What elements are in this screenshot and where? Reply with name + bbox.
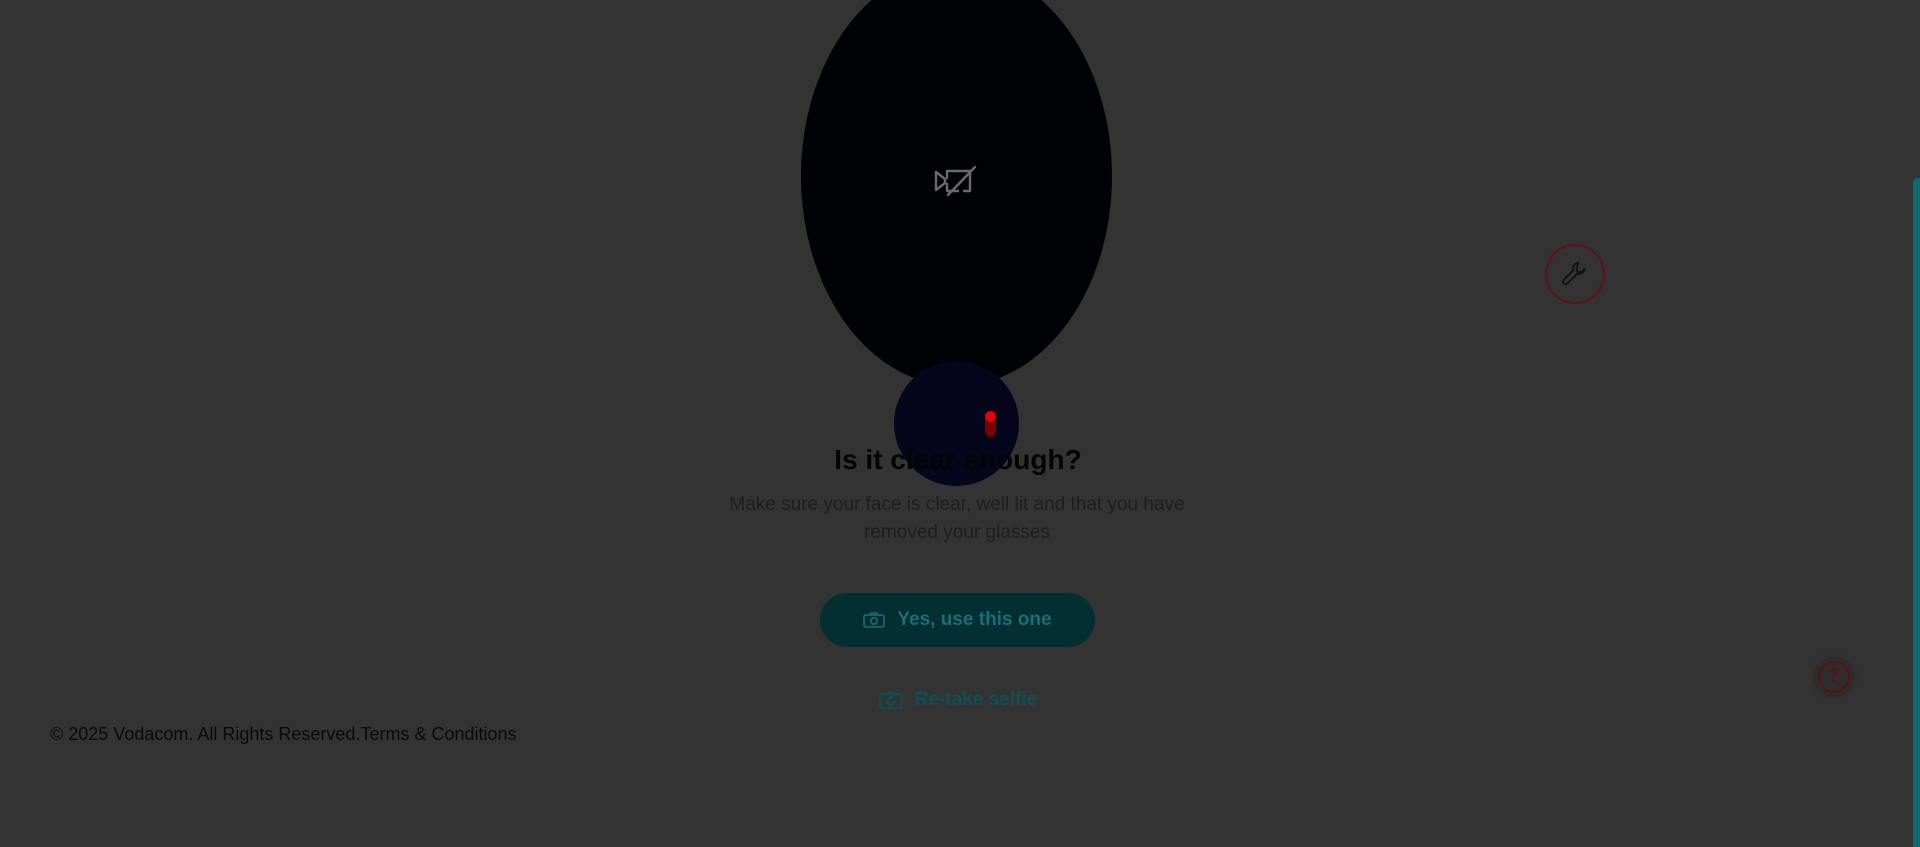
camera-icon xyxy=(863,612,886,628)
copyright-text: © 2025 Vodacom. All Rights Reserved. xyxy=(50,724,361,744)
footer: © 2025 Vodacom. All Rights Reserved.Term… xyxy=(50,722,517,746)
camera-retake-icon xyxy=(878,691,903,709)
selfie-review-page: Is it clear enough? Make sure your face … xyxy=(0,0,1920,847)
help-icon: ? xyxy=(1818,661,1850,693)
camera-off-icon xyxy=(934,165,977,197)
developer-tools-button[interactable] xyxy=(1545,244,1605,304)
help-button[interactable]: ? xyxy=(1815,658,1853,696)
scrollbar-thumb[interactable] xyxy=(1913,178,1920,847)
retake-selfie-label: Re-take selfie xyxy=(914,689,1038,710)
page-title: Is it clear enough? xyxy=(834,444,1082,475)
instructions-text: Make sure your face is clear, well lit a… xyxy=(729,494,1185,543)
retake-selfie-button[interactable]: Re-take selfie xyxy=(860,684,1056,716)
use-selfie-label: Yes, use this one xyxy=(897,609,1052,630)
use-selfie-button[interactable]: Yes, use this one xyxy=(820,593,1095,647)
wrench-icon xyxy=(1562,261,1586,286)
terms-link[interactable]: Terms & Conditions xyxy=(360,724,516,744)
spinner-icon xyxy=(985,411,996,437)
